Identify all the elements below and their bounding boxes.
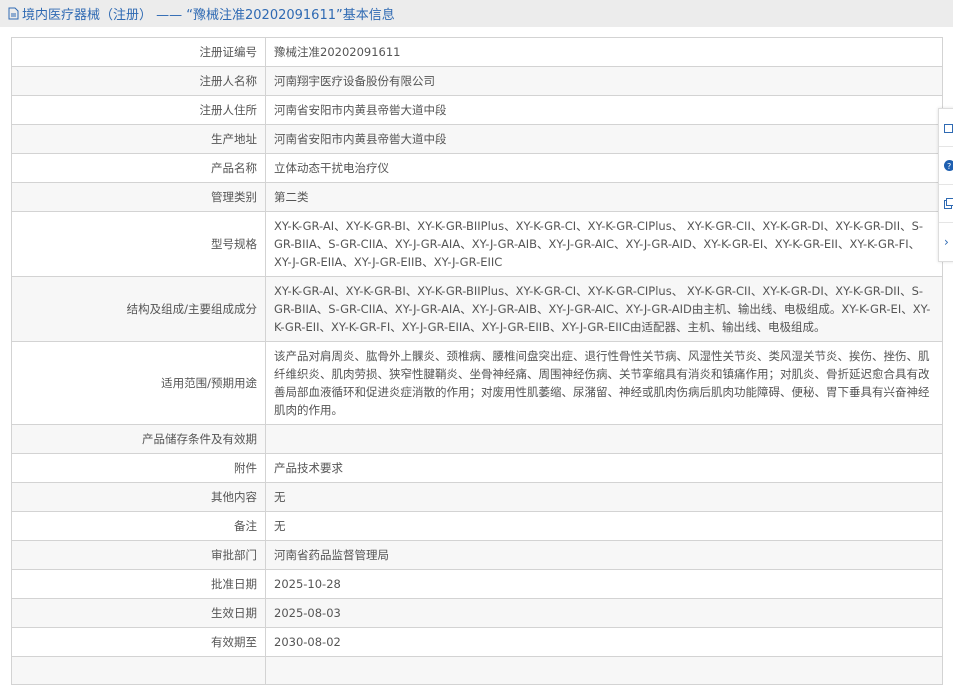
field-value: 产品技术要求 xyxy=(266,454,943,483)
field-value: 河南省安阳市内黄县帝喾大道中段 xyxy=(266,125,943,154)
field-label: 结构及组成/主要组成成分 xyxy=(12,277,266,342)
page-header: 境内医疗器械（注册） —— “豫械注准20202091611”基本信息 xyxy=(0,0,953,27)
field-label xyxy=(12,657,266,685)
table-row: 管理类别第二类 xyxy=(12,183,943,212)
field-label: 批准日期 xyxy=(12,570,266,599)
field-value: 河南省安阳市内黄县帝喾大道中段 xyxy=(266,96,943,125)
page-title: 境内医疗器械（注册） —— “豫械注准20202091611”基本信息 xyxy=(22,4,395,23)
table-row: 注册人名称河南翔宇医疗设备股份有限公司 xyxy=(12,67,943,96)
table-row: 注册证编号豫械注准20202091611 xyxy=(12,38,943,67)
table-row: 其他内容无 xyxy=(12,483,943,512)
field-label: 附件 xyxy=(12,454,266,483)
field-label: 审批部门 xyxy=(12,541,266,570)
field-label: 其他内容 xyxy=(12,483,266,512)
field-value: 2025-10-28 xyxy=(266,570,943,599)
table-row: 适用范围/预期用途该产品对肩周炎、肱骨外上髁炎、颈椎病、腰椎间盘突出症、退行性骨… xyxy=(12,342,943,425)
table-row: 生产地址河南省安阳市内黄县帝喾大道中段 xyxy=(12,125,943,154)
help-icon[interactable]: ? xyxy=(939,147,953,185)
table-row: 批准日期2025-10-28 xyxy=(12,570,943,599)
table-row: 附件产品技术要求 xyxy=(12,454,943,483)
svg-text:?: ? xyxy=(947,162,951,171)
field-value: 豫械注准20202091611 xyxy=(266,38,943,67)
table-row: 结构及组成/主要组成成分XY-K-GR-AI、XY-K-GR-BI、XY-K-G… xyxy=(12,277,943,342)
field-value: 无 xyxy=(266,483,943,512)
table-row: 审批部门河南省药品监督管理局 xyxy=(12,541,943,570)
table-row: 型号规格XY-K-GR-AI、XY-K-GR-BI、XY-K-GR-BIIPlu… xyxy=(12,212,943,277)
field-value: XY-K-GR-AI、XY-K-GR-BI、XY-K-GR-BIIPlus、XY… xyxy=(266,277,943,342)
field-value: 河南翔宇医疗设备股份有限公司 xyxy=(266,67,943,96)
table-row: 产品储存条件及有效期 xyxy=(12,425,943,454)
table-row xyxy=(12,657,943,685)
table-row: 注册人住所河南省安阳市内黄县帝喾大道中段 xyxy=(12,96,943,125)
field-label: 注册证编号 xyxy=(12,38,266,67)
edit-icon[interactable] xyxy=(939,109,953,147)
field-label: 适用范围/预期用途 xyxy=(12,342,266,425)
field-value: 2030-08-02 xyxy=(266,628,943,657)
table-row: 生效日期2025-08-03 xyxy=(12,599,943,628)
field-label: 生效日期 xyxy=(12,599,266,628)
field-value: 该产品对肩周炎、肱骨外上髁炎、颈椎病、腰椎间盘突出症、退行性骨性关节病、风湿性关… xyxy=(266,342,943,425)
field-label: 管理类别 xyxy=(12,183,266,212)
field-value: 第二类 xyxy=(266,183,943,212)
field-label: 产品储存条件及有效期 xyxy=(12,425,266,454)
table-row: 备注无 xyxy=(12,512,943,541)
field-value: XY-K-GR-AI、XY-K-GR-BI、XY-K-GR-BIIPlus、XY… xyxy=(266,212,943,277)
table-row: 有效期至2030-08-02 xyxy=(12,628,943,657)
floating-toolbar: ? › xyxy=(938,108,953,262)
field-label: 生产地址 xyxy=(12,125,266,154)
chevron-right-icon[interactable]: › xyxy=(939,223,953,260)
field-label: 备注 xyxy=(12,512,266,541)
field-label: 注册人住所 xyxy=(12,96,266,125)
field-label: 注册人名称 xyxy=(12,67,266,96)
field-label: 有效期至 xyxy=(12,628,266,657)
field-value xyxy=(266,657,943,685)
field-value xyxy=(266,425,943,454)
field-value: 2025-08-03 xyxy=(266,599,943,628)
copy-icon[interactable] xyxy=(939,185,953,223)
field-value: 河南省药品监督管理局 xyxy=(266,541,943,570)
info-table: 注册证编号豫械注准20202091611注册人名称河南翔宇医疗设备股份有限公司注… xyxy=(11,37,943,685)
document-icon xyxy=(8,7,19,20)
field-label: 型号规格 xyxy=(12,212,266,277)
field-value: 立体动态干扰电治疗仪 xyxy=(266,154,943,183)
field-value: 无 xyxy=(266,512,943,541)
table-row: 产品名称立体动态干扰电治疗仪 xyxy=(12,154,943,183)
field-label: 产品名称 xyxy=(12,154,266,183)
